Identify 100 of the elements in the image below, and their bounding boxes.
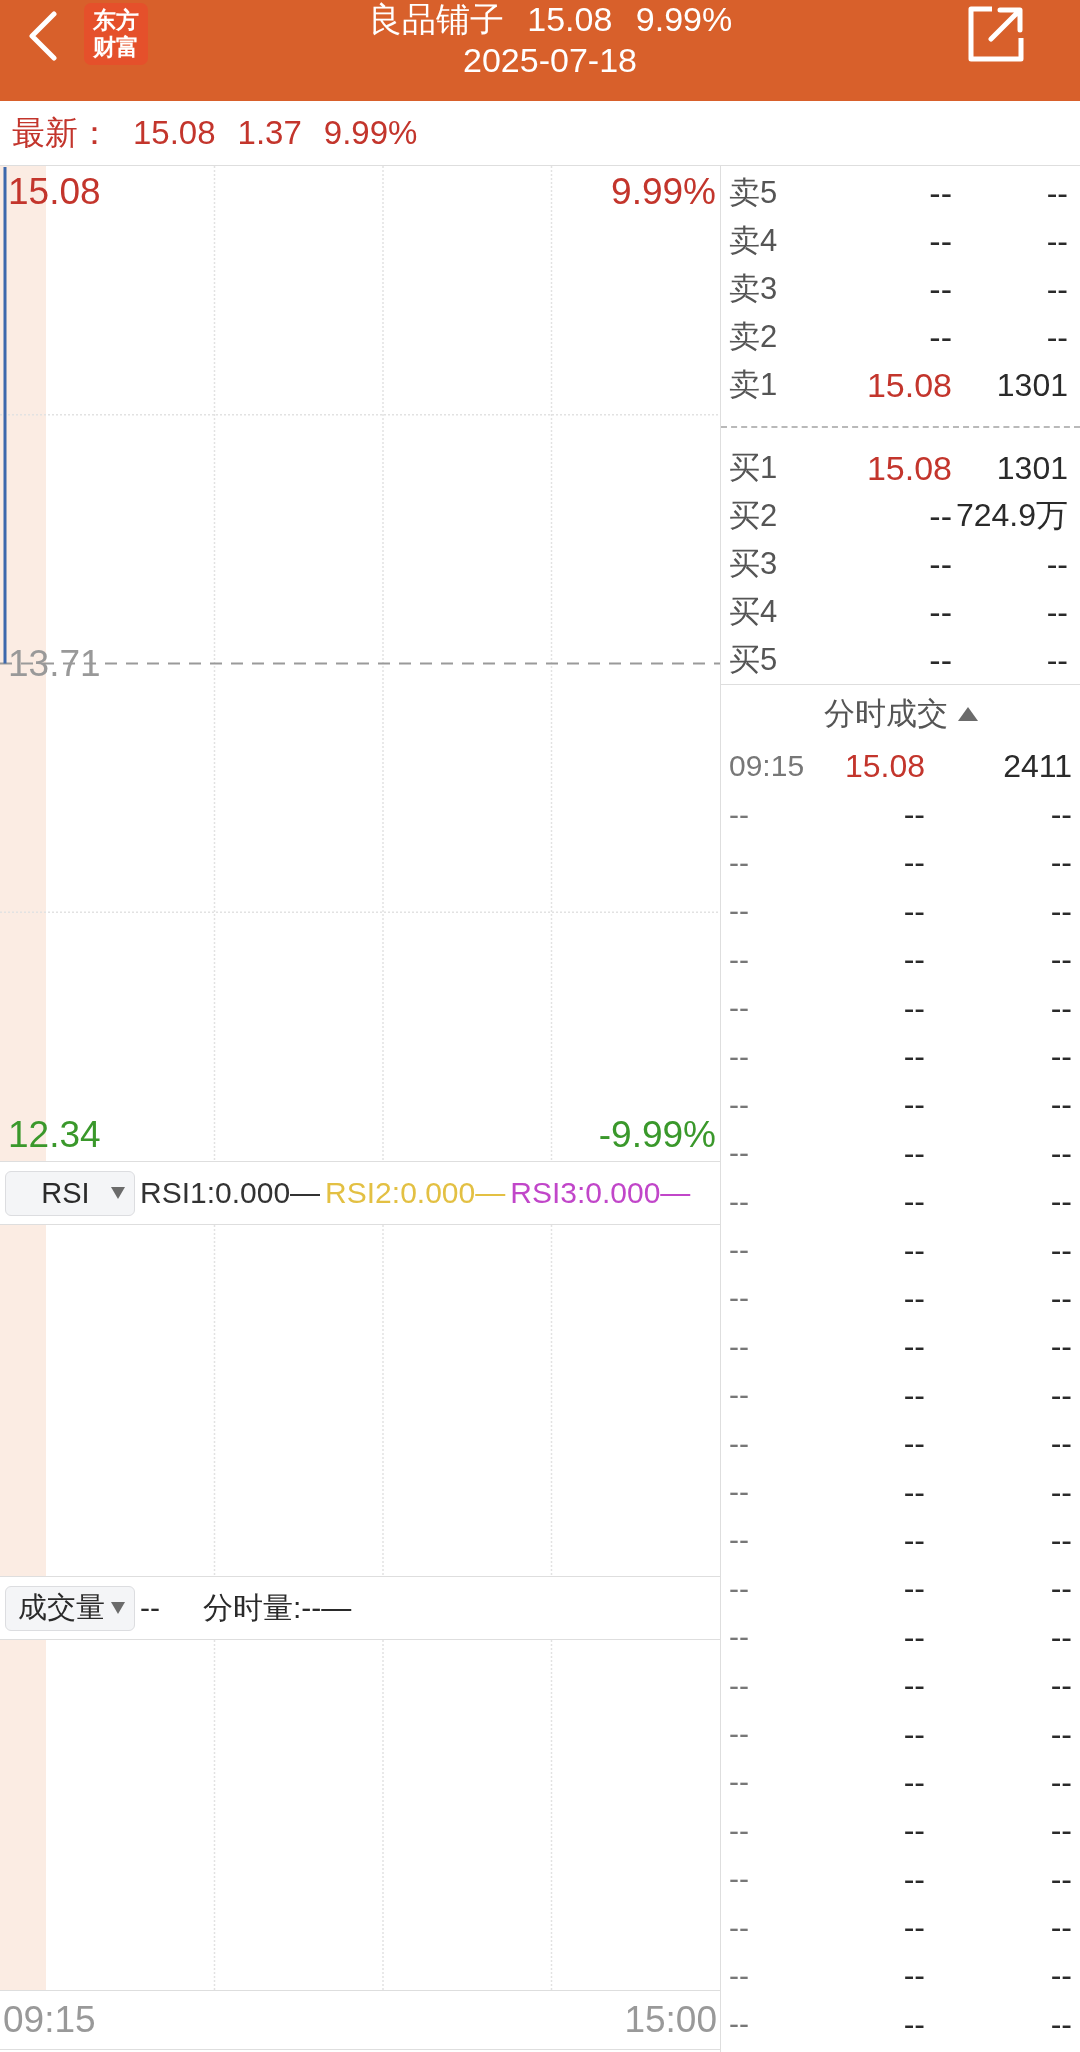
order-level-label: 卖1 [729,366,779,404]
app-logo: 东方 财富 [84,3,148,65]
order-price: -- [929,496,952,536]
order-level-label: 买5 [729,641,779,679]
trade-time: -- [729,1620,750,1655]
order-level-label: 买2 [729,497,779,535]
time-label: 15:00 [624,1999,717,2041]
trade-volume: -- [1050,1618,1072,1656]
order-price: -- [929,640,952,680]
order-volume: 1301 [996,449,1068,487]
triangle-up-icon[interactable] [957,706,978,721]
trade-price: 15.08 [844,747,925,785]
trade-time: -- [729,1717,750,1751]
trade-price: -- [903,1038,925,1076]
trade-price: -- [903,1618,925,1656]
trade-price: -- [903,1957,925,1995]
trade-time: -- [729,2007,750,2042]
trade-volume: -- [1050,796,1072,834]
axis-label: 13.71 [8,641,101,686]
indicator-dropdown[interactable]: RSI [5,1170,135,1216]
trade-price: -- [903,1280,925,1317]
trade-volume: -- [1050,1570,1072,1608]
trade-volume: -- [1050,1812,1072,1850]
trade-price: -- [903,1425,925,1463]
trade-price: -- [903,941,925,979]
legend-label: RSI2:0.000— [325,1176,506,1210]
order-volume: -- [1046,545,1068,583]
trade-price: -- [903,1909,925,1947]
trade-price: -- [903,796,925,834]
order-volume: 724.9万 [955,496,1068,535]
axis-label: -9.99% [598,1113,716,1157]
trade-volume: -- [1050,989,1072,1027]
trade-volume: -- [1050,1425,1072,1463]
trade-time: -- [729,1136,750,1171]
trade-volume: -- [1050,1231,1072,1269]
order-price: -- [929,221,952,261]
legend-label: RSI1:0.000— [140,1176,321,1210]
trade-volume: -- [1050,1086,1072,1124]
back-icon[interactable] [26,11,58,61]
stock-title: 良品铺子 15.08 9.99% [367,0,733,38]
latest-label: 最新： [12,112,111,153]
trade-price: -- [903,1231,925,1269]
trade-time: -- [729,1233,750,1268]
trade-volume: -- [1050,1860,1072,1898]
trade-time: -- [729,845,750,880]
trade-volume: -- [1050,941,1072,979]
order-volume: -- [1046,641,1068,679]
order-level-label: 买4 [729,593,779,631]
trade-price: -- [903,1521,925,1559]
order-volume: -- [1046,174,1068,212]
latest-price: 15.08 [133,114,216,152]
trade-price: -- [903,1086,925,1124]
caret-down-icon [111,1602,125,1614]
trade-time: -- [729,1765,750,1800]
trade-price: -- [903,1812,925,1850]
share-icon[interactable] [967,5,1025,63]
trade-time: -- [729,1039,750,1074]
trade-volume: -- [1050,1328,1072,1366]
trade-price: -- [903,1715,925,1753]
section-title: 分时成交 [823,694,948,733]
trade-time: -- [729,1475,750,1510]
trade-time: -- [729,1087,750,1122]
order-price: -- [929,592,952,632]
trade-volume: -- [1050,1957,1072,1995]
time-label: 09:15 [3,1999,96,2041]
trade-volume: -- [1050,1667,1072,1705]
date-label: 2025-07-18 [463,40,637,80]
trade-time: -- [729,1523,750,1558]
trade-time: -- [729,894,750,929]
trade-volume: -- [1050,1909,1072,1947]
order-volume: 1301 [996,366,1068,404]
trade-volume: -- [1050,1038,1072,1076]
trade-volume: -- [1050,1473,1072,1511]
axis-label: 15.08 [8,170,101,214]
trade-volume: -- [1050,1280,1072,1317]
latest-change: 1.37 [237,114,302,152]
order-price: 15.08 [866,448,952,488]
trade-time: -- [729,1813,750,1848]
trade-price: -- [903,844,925,882]
axis-label: 9.99% [611,170,716,214]
trade-time: -- [729,991,750,1026]
order-price: 15.08 [866,365,952,405]
trade-price: -- [903,1570,925,1608]
order-volume: -- [1046,318,1068,356]
trade-price: -- [903,989,925,1027]
trade-time: -- [729,1378,750,1413]
latest-percent: 9.99% [323,114,418,152]
caret-down-icon [111,1187,125,1199]
trade-volume: -- [1050,1376,1072,1414]
trade-time: -- [729,1281,750,1316]
order-level-label: 卖3 [729,270,779,308]
trade-volume: -- [1050,844,1072,882]
order-level-label: 买3 [729,545,779,583]
trade-time: -- [729,1668,750,1703]
order-level-label: 卖2 [729,318,779,356]
order-price: -- [929,269,952,309]
trade-time: -- [729,797,750,832]
indicator-dropdown[interactable]: 成交量 [5,1585,135,1631]
trade-price: -- [903,1376,925,1414]
order-level-label: 买1 [729,449,779,487]
